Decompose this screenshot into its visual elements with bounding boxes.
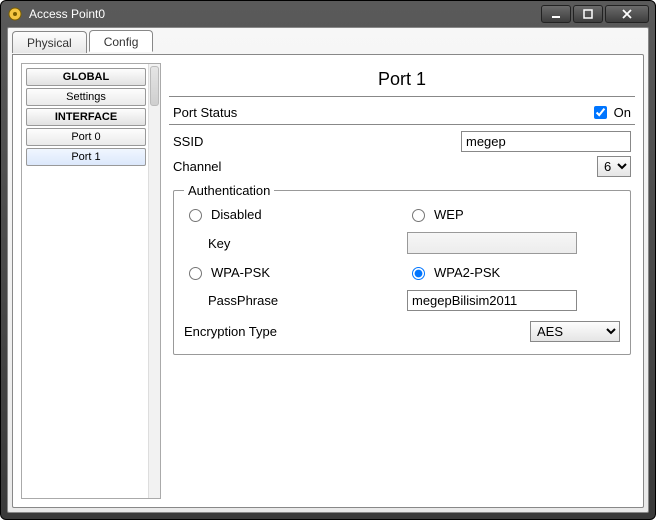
encryption-select[interactable]: AES	[530, 321, 620, 342]
radio-wpa2-psk-input[interactable]	[412, 267, 425, 280]
main-panel: Port 1 Port Status On SSID	[169, 63, 635, 499]
channel-select[interactable]: 6	[597, 156, 631, 177]
sidebar: GLOBAL Settings INTERFACE Port 0 Port 1	[21, 63, 161, 499]
window-title: Access Point0	[29, 7, 105, 21]
auth-legend: Authentication	[184, 183, 274, 198]
maximize-button[interactable]	[573, 5, 603, 23]
content-area: Physical Config GLOBAL Settings INTERFAC…	[7, 27, 649, 513]
row-port-status: Port Status On	[169, 101, 635, 124]
minimize-button[interactable]	[541, 5, 571, 23]
passphrase-label: PassPhrase	[184, 293, 397, 308]
titlebar[interactable]: Access Point0	[1, 1, 655, 27]
app-window: Access Point0 Physical Config GLOBAL Set…	[0, 0, 656, 520]
radio-wpa-psk-input[interactable]	[189, 267, 202, 280]
radio-wep-input[interactable]	[412, 209, 425, 222]
sidebar-item-port1[interactable]: Port 1	[26, 148, 146, 166]
tab-bar: Physical Config	[8, 28, 648, 52]
sidebar-header-interface: INTERFACE	[26, 108, 146, 126]
sidebar-item-settings[interactable]: Settings	[26, 88, 146, 106]
sidebar-scrollbar-thumb[interactable]	[150, 66, 159, 106]
radio-wpa-psk[interactable]: WPA-PSK	[184, 264, 397, 280]
radio-disabled-input[interactable]	[189, 209, 202, 222]
channel-label: Channel	[173, 159, 373, 174]
key-input	[407, 232, 577, 254]
close-button[interactable]	[605, 5, 649, 23]
key-label: Key	[184, 236, 397, 251]
passphrase-input[interactable]	[407, 290, 577, 311]
tab-body: GLOBAL Settings INTERFACE Port 0 Port 1 …	[12, 54, 644, 508]
sidebar-scrollbar[interactable]	[148, 64, 160, 498]
page-title: Port 1	[169, 63, 635, 96]
radio-disabled[interactable]: Disabled	[184, 206, 397, 222]
app-icon	[7, 6, 23, 22]
sidebar-item-port0[interactable]: Port 0	[26, 128, 146, 146]
port-status-label: Port Status	[173, 105, 373, 120]
tab-config[interactable]: Config	[89, 30, 154, 52]
ssid-input[interactable]	[461, 131, 631, 152]
row-channel: Channel 6	[169, 154, 635, 179]
auth-fieldset: Authentication Disabled WEP Key	[173, 183, 631, 355]
encryption-label: Encryption Type	[184, 324, 397, 339]
sidebar-header-global: GLOBAL	[26, 68, 146, 86]
row-ssid: SSID	[169, 129, 635, 154]
port-status-checkbox[interactable]	[594, 106, 607, 119]
ssid-label: SSID	[173, 134, 373, 149]
radio-wep[interactable]: WEP	[407, 206, 620, 222]
radio-wpa2-psk[interactable]: WPA2-PSK	[407, 264, 620, 280]
tab-physical[interactable]: Physical	[12, 31, 87, 53]
on-label: On	[614, 105, 631, 120]
